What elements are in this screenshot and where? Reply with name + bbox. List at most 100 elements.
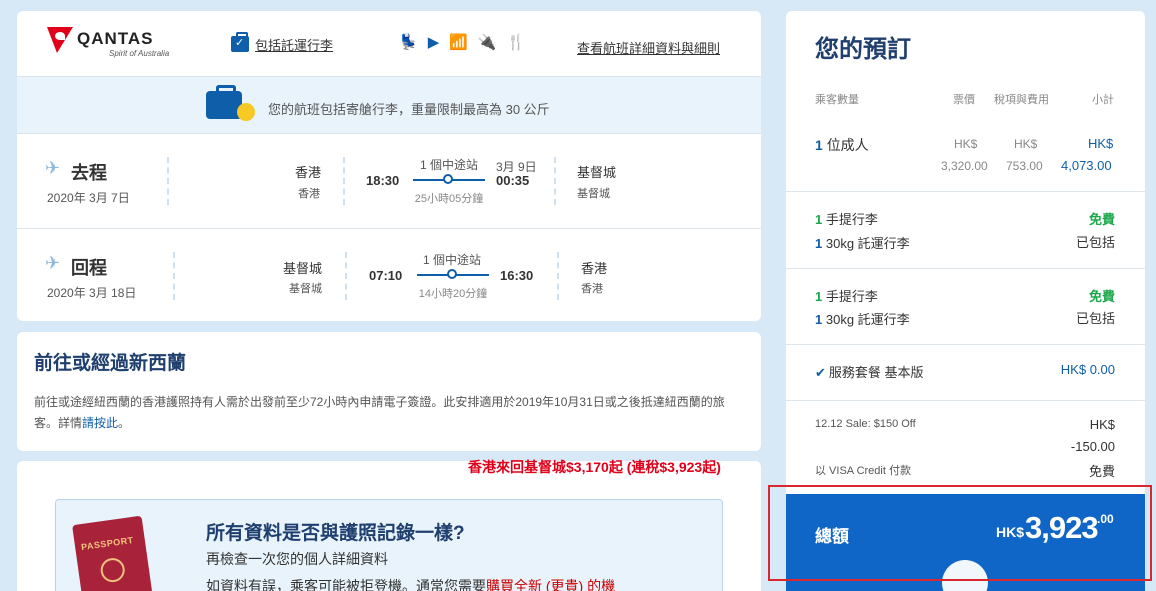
arrive-time: 00:35 — [496, 173, 530, 188]
outbound-leg: ✈ 去程 2020年 3月 7日 香港 香港 18:30 1 個中途站 25小時… — [17, 135, 761, 229]
passport-check-subtitle: 再檢查一次您的個人詳細資料 — [206, 551, 388, 567]
carry-on-line: 1 手提行李 — [815, 212, 878, 227]
stop-marker — [447, 269, 457, 279]
carry-on-line: 1 手提行李 — [815, 289, 878, 304]
checked-bag-status: 已包括 — [1075, 311, 1115, 326]
destination-airport: 基督城 — [577, 188, 610, 200]
passport-check-card: PASSPORT 所有資料是否與護照記錄一樣? 再檢查一次您的個人詳細資料 如資… — [17, 461, 761, 591]
stops-label: 1 個中途站 — [422, 253, 481, 267]
checked-bag-status: 已包括 — [1075, 235, 1115, 250]
summary-title: 您的預訂 — [815, 36, 911, 63]
passport-check-title: 所有資料是否與護照記錄一樣? — [206, 523, 465, 544]
tax-currency: HK$ — [1014, 137, 1038, 151]
sale-discount-label: 12.12 Sale: $150 Off — [815, 418, 916, 430]
divider — [786, 191, 1145, 192]
duration-label: 25小時05分鐘 — [414, 193, 484, 205]
divider — [343, 157, 345, 205]
passenger-count: 1 位成人 — [815, 137, 869, 153]
passport-warning-text: 如資料有誤，乘客可能被拒登機。通常您需要 — [206, 578, 486, 591]
checked-baggage-link[interactable]: 包括託運行李 — [231, 32, 334, 55]
tax-amount: 753.00 — [1006, 159, 1043, 173]
payment-method-label: 以 VISA Credit 付款 — [815, 465, 911, 477]
leg-title: 回程 — [71, 258, 107, 278]
arrive-time: 16:30 — [500, 268, 534, 283]
divider — [167, 157, 169, 205]
smiley-icon — [237, 103, 255, 121]
col-passengers: 乘客數量 — [815, 94, 859, 106]
check-icon: ✔ — [815, 365, 826, 380]
return-leg: ✈ 回程 2020年 3月 18日 基督城 基督城 07:10 1 個中途站 1… — [17, 230, 761, 321]
carry-on-price: 免費 — [1088, 212, 1115, 227]
visa-title: 前往或經過新西蘭 — [34, 353, 187, 374]
checked-bag-line: 1 30kg 託運行李 — [815, 312, 910, 327]
fare-currency: HK$ — [954, 137, 978, 151]
origin-city: 香港 — [295, 165, 322, 180]
divider — [557, 252, 559, 300]
payment-fee: 免費 — [1088, 464, 1115, 479]
flight-summary-card: QANTAS Spirit of Australia 包括託運行李 💺 ▶ 📶 … — [17, 11, 761, 321]
service-package-price: HK$ 0.00 — [1060, 362, 1115, 377]
divider — [345, 252, 347, 300]
duration-label: 14小時20分鐘 — [418, 288, 488, 300]
col-fare: 票價 — [953, 94, 975, 106]
leg-date: 2020年 3月 7日 — [47, 191, 130, 205]
depart-time: 07:10 — [369, 268, 403, 283]
visa-details-link[interactable]: 請按此 — [82, 416, 118, 430]
baggage-check-icon — [231, 32, 249, 52]
seat-icon: 💺 — [399, 34, 418, 51]
meal-icon: 🍴 — [506, 34, 526, 51]
entertainment-icon: ▶ — [427, 34, 440, 51]
stop-marker — [443, 174, 453, 184]
plane-icon: ✈ — [45, 158, 61, 178]
carry-on-price: 免費 — [1088, 289, 1115, 304]
col-tax: 稅項與費用 — [994, 94, 1049, 106]
globe-icon — [99, 556, 127, 584]
sale-amount: -150.00 — [1070, 439, 1115, 454]
passport-label: PASSPORT — [80, 534, 135, 553]
flight-card-header: QANTAS Spirit of Australia 包括託運行李 💺 ▶ 📶 … — [17, 11, 761, 77]
origin-airport: 香港 — [298, 188, 320, 200]
leg-title: 去程 — [71, 163, 107, 183]
wifi-icon: 📶 — [449, 34, 468, 51]
origin-city: 基督城 — [283, 261, 323, 276]
visa-body: 前往或途經紐西蘭的香港護照持有人需於出發前至少72小時內申請電子簽證。此安排適用… — [34, 392, 739, 434]
depart-time: 18:30 — [366, 173, 400, 188]
visa-notice-card: 前往或經過新西蘭 前往或途經紐西蘭的香港護照持有人需於出發前至少72小時內申請電… — [17, 332, 761, 451]
promo-price-text: 香港來回基督城$3,170起 (連稅$3,923起) — [468, 459, 721, 475]
service-package-line: ✔ 服務套餐 基本版 — [815, 365, 924, 380]
passport-icon: PASSPORT — [72, 515, 154, 591]
destination-airport: 香港 — [581, 283, 603, 295]
baggage-banner-text: 您的航班包括寄艙行李，重量限制最高為 30 公斤 — [268, 102, 550, 117]
sale-currency: HK$ — [1089, 417, 1115, 432]
checked-baggage-label: 包括託運行李 — [255, 37, 334, 53]
destination-city: 基督城 — [577, 165, 617, 180]
flight-details-link[interactable]: 查看航班詳細資料與細則 — [577, 38, 720, 57]
subtotal-currency: HK$ — [1088, 136, 1114, 151]
logo-text: QANTAS — [77, 29, 154, 48]
divider — [786, 268, 1145, 269]
fare-amount: 3,320.00 — [941, 159, 988, 173]
divider — [173, 252, 175, 300]
power-icon: 🔌 — [477, 34, 497, 51]
rebook-ticket-link[interactable]: 購買全新 (更貴) 的機 — [486, 578, 615, 591]
visa-body-text: 前往或途經紐西蘭的香港護照持有人需於出發前至少72小時內申請電子簽證。此安排適用… — [34, 395, 725, 430]
qantas-logo: QANTAS Spirit of Australia — [47, 25, 187, 63]
passport-warning: 如資料有誤，乘客可能被拒登機。通常您需要購買全新 (更貴) 的機 — [206, 576, 615, 591]
checked-bag-line: 1 30kg 託運行李 — [815, 236, 910, 251]
baggage-banner: 您的航班包括寄艙行李，重量限制最高為 30 公斤 — [17, 77, 761, 134]
leg-date: 2020年 3月 18日 — [47, 286, 137, 300]
divider — [554, 157, 556, 205]
logo-tagline: Spirit of Australia — [109, 49, 170, 58]
stops-label: 1 個中途站 — [419, 158, 478, 172]
passport-check-box: PASSPORT 所有資料是否與護照記錄一樣? 再檢查一次您的個人詳細資料 如資… — [55, 499, 723, 591]
divider — [786, 344, 1145, 345]
col-subtotal: 小計 — [1092, 94, 1114, 106]
amenities-icons: 💺 ▶ 📶 🔌 🍴 — [399, 33, 525, 51]
divider — [786, 400, 1145, 401]
destination-city: 香港 — [581, 261, 608, 276]
subtotal-amount: 4,073.00 — [1061, 158, 1112, 173]
kangaroo-icon — [47, 27, 73, 53]
highlight-frame — [768, 485, 1152, 581]
origin-airport: 基督城 — [289, 283, 322, 295]
plane-icon: ✈ — [45, 253, 61, 273]
